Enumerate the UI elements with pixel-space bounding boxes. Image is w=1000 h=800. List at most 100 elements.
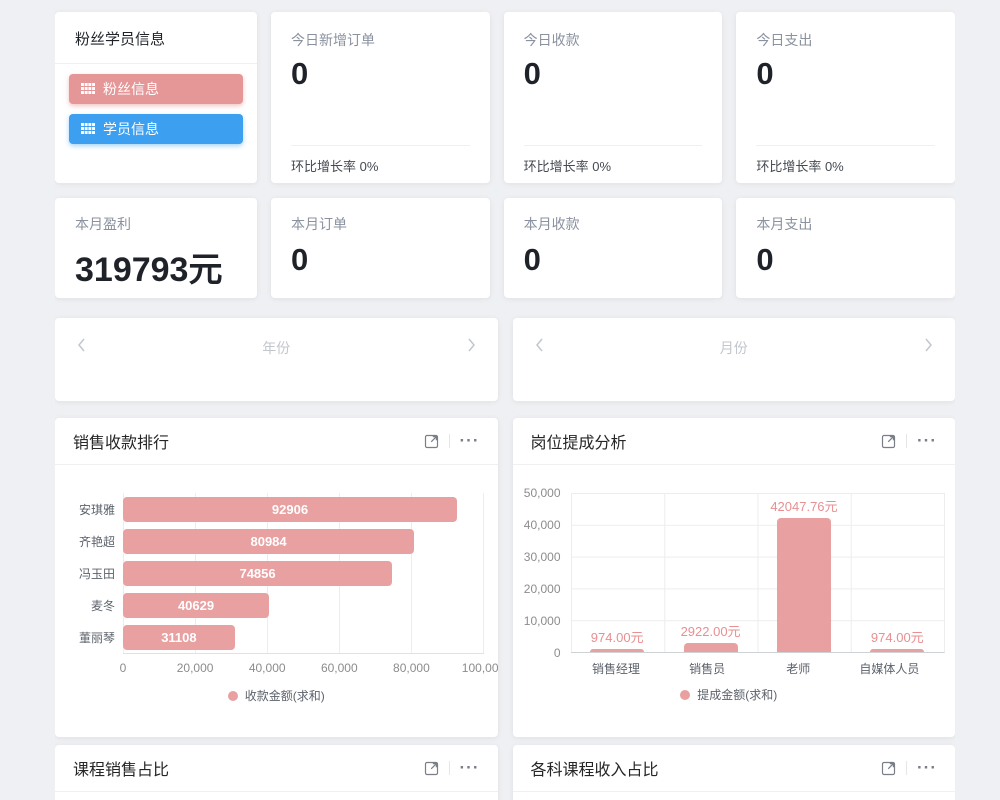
bar-value-label: 42047.76元: [770, 496, 837, 515]
stat-card-month-income: 本月收款 0: [504, 198, 723, 298]
kpi-row-month: 本月盈利 319793元 本月订单 0 本月收款 0 本月支出 0: [55, 198, 955, 298]
bar-row: 安琪雅 92906: [69, 493, 484, 525]
x-tick-label: 0: [120, 661, 127, 675]
legend-label: 收款金额(求和): [245, 687, 325, 704]
divider: [906, 761, 907, 775]
x-tick-label: 100,000: [462, 661, 498, 675]
bar-value-label: 80984: [250, 534, 286, 549]
stat-footer: 环比增长率 0%: [756, 145, 935, 183]
more-icon[interactable]: ···: [460, 436, 480, 446]
bar-row: 齐艳超 80984: [69, 525, 484, 557]
chevron-right-icon[interactable]: [467, 338, 476, 352]
bar[interactable]: [777, 518, 831, 652]
bar[interactable]: [590, 649, 644, 652]
chart-title: 课程销售占比: [73, 756, 424, 780]
filter-row: 年份 月份: [55, 318, 955, 401]
bottom-charts-row: 课程销售占比 ··· 各科课程收入占比 ···: [55, 745, 955, 800]
bar-row: 冯玉田 74856: [69, 557, 484, 589]
bar-track: 74856: [123, 557, 484, 589]
bar[interactable]: 40629: [123, 593, 269, 618]
x-tick-label: 60,000: [321, 661, 358, 675]
stat-footer: 环比增长率 0%: [524, 145, 703, 183]
stat-card-month-expense: 本月支出 0: [736, 198, 955, 298]
expand-icon[interactable]: [424, 434, 439, 449]
sales-ranking-chart-card: 销售收款排行 ··· 安琪雅 92906 齐艳超: [55, 418, 498, 737]
bar-value-label: 74856: [239, 566, 275, 581]
category-label: 冯玉田: [69, 565, 115, 582]
stat-value: 0: [756, 56, 935, 92]
bar-value-label: 974.00元: [591, 627, 644, 646]
bar-value-label: 974.00元: [871, 627, 924, 646]
chevron-left-icon[interactable]: [77, 338, 86, 352]
grid-icon: [81, 121, 95, 137]
bar-track: 80984: [123, 525, 484, 557]
category-label: 安琪雅: [69, 501, 115, 518]
bar-row: 董丽琴 31108: [69, 621, 484, 653]
stat-label: 本月收款: [524, 214, 703, 234]
stat-label: 今日收款: [524, 30, 703, 50]
bar-value-label: 92906: [272, 502, 308, 517]
course-income-share-card: 各科课程收入占比 ···: [513, 745, 956, 800]
bar[interactable]: 31108: [123, 625, 235, 650]
commission-analysis-chart-card: 岗位提成分析 ··· 010,00020,00030,00040,00050,0…: [513, 418, 956, 737]
vertical-bar-chart: 010,00020,00030,00040,00050,000 974.00元 …: [513, 465, 956, 703]
chart-title: 销售收款排行: [73, 429, 424, 453]
course-sales-share-card: 课程销售占比 ···: [55, 745, 498, 800]
bar[interactable]: [870, 649, 924, 652]
stat-value: 319793元: [75, 242, 237, 291]
stat-card-month-profit: 本月盈利 319793元: [55, 198, 257, 298]
more-icon[interactable]: ···: [460, 763, 480, 773]
year-carousel-label: 年份: [262, 338, 290, 358]
divider: [449, 761, 450, 775]
divider: [906, 434, 907, 448]
stat-label: 今日新增订单: [291, 30, 470, 50]
legend-label: 提成金额(求和): [697, 686, 777, 703]
stat-card-today-expense: 今日支出 0 环比增长率 0%: [736, 12, 955, 183]
bar[interactable]: 74856: [123, 561, 392, 586]
expand-icon[interactable]: [881, 434, 896, 449]
student-info-button[interactable]: 学员信息: [69, 114, 243, 144]
stat-label: 本月盈利: [75, 214, 237, 234]
category-label: 董丽琴: [69, 629, 115, 646]
y-tick-label: 50,000: [524, 486, 561, 500]
hbar-ticks: 020,00040,00060,00080,000100,000: [123, 654, 484, 678]
chart-title: 各科课程收入占比: [531, 756, 882, 780]
more-icon[interactable]: ···: [917, 436, 937, 446]
fan-student-info-panel: 粉丝学员信息 粉丝信息 学员信息: [55, 12, 257, 183]
legend-item[interactable]: 提成金额(求和): [513, 686, 946, 703]
expand-icon[interactable]: [424, 761, 439, 776]
horizontal-bar-chart: 安琪雅 92906 齐艳超 80984 冯玉田 74856 麦冬: [55, 465, 498, 704]
more-icon[interactable]: ···: [917, 763, 937, 773]
bar-track: 92906: [123, 493, 484, 525]
month-carousel: 月份: [513, 318, 956, 401]
bar-column: 974.00元: [851, 493, 944, 652]
bar[interactable]: [684, 643, 738, 652]
bar-column: 2922.00元: [664, 493, 757, 652]
chevron-right-icon[interactable]: [924, 338, 933, 352]
y-tick-label: 0: [554, 646, 561, 660]
vbar-yaxis: 010,00020,00030,00040,00050,000: [513, 493, 571, 653]
legend-dot-icon: [228, 691, 238, 701]
category-label: 老师: [753, 660, 844, 677]
stat-value: 0: [756, 242, 935, 278]
x-tick-label: 20,000: [177, 661, 214, 675]
stat-card-month-orders: 本月订单 0: [271, 198, 490, 298]
vbar-xlabels: 销售经理销售员老师自媒体人员: [571, 660, 936, 677]
bar-value-label: 40629: [178, 598, 214, 613]
fan-info-button[interactable]: 粉丝信息: [69, 74, 243, 104]
bar[interactable]: 92906: [123, 497, 457, 522]
stat-label: 本月订单: [291, 214, 470, 234]
expand-icon[interactable]: [881, 761, 896, 776]
bar[interactable]: 80984: [123, 529, 414, 554]
y-tick-label: 40,000: [524, 518, 561, 532]
stat-value: 0: [291, 56, 470, 92]
legend-item[interactable]: 收款金额(求和): [69, 687, 484, 704]
stat-value: 0: [291, 242, 470, 278]
stat-label: 今日支出: [756, 30, 935, 50]
stat-label: 本月支出: [756, 214, 935, 234]
student-info-button-label: 学员信息: [103, 119, 159, 139]
chevron-left-icon[interactable]: [535, 338, 544, 352]
category-label: 麦冬: [69, 597, 115, 614]
y-tick-label: 30,000: [524, 550, 561, 564]
hbar-rows: 安琪雅 92906 齐艳超 80984 冯玉田 74856 麦冬: [69, 493, 484, 653]
